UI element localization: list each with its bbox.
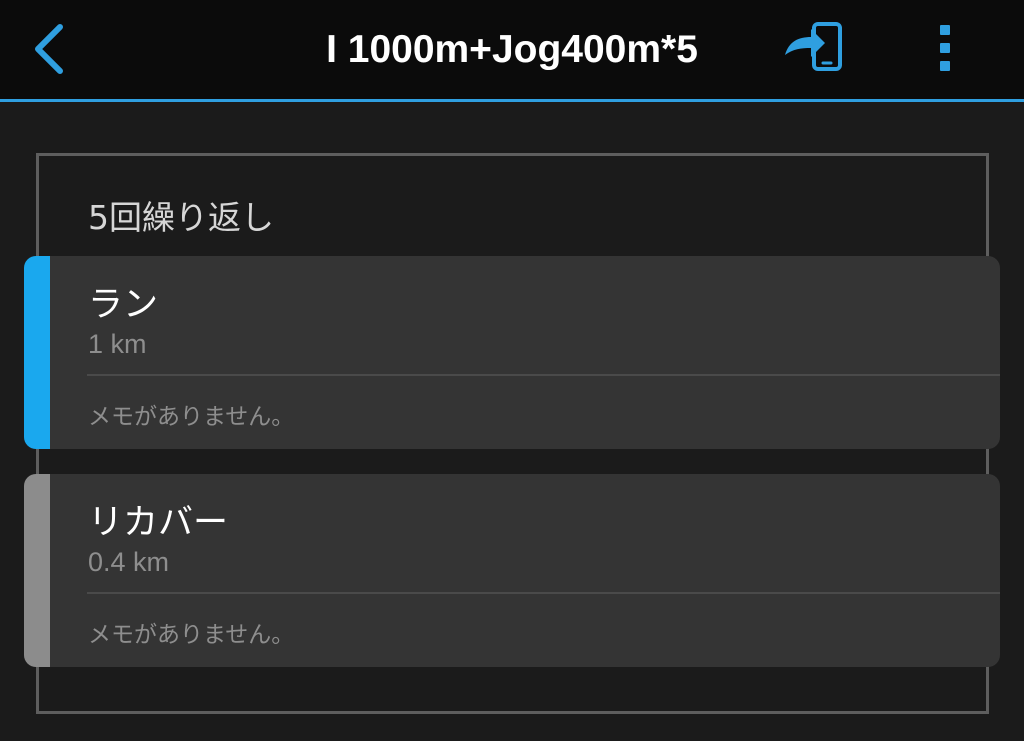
step-card-run[interactable]: ラン 1 km メモがありません。 bbox=[24, 256, 1000, 449]
more-vertical-icon bbox=[937, 22, 953, 78]
page-title: I 1000m+Jog400m*5 bbox=[326, 27, 698, 71]
step-name: リカバー bbox=[88, 503, 229, 543]
send-to-device-icon bbox=[781, 21, 845, 79]
chevron-left-icon bbox=[30, 23, 70, 79]
step-divider bbox=[87, 374, 1000, 376]
step-name: ラン bbox=[88, 285, 159, 325]
more-options-button[interactable] bbox=[920, 20, 970, 80]
back-button[interactable] bbox=[22, 20, 78, 82]
send-to-device-button[interactable] bbox=[778, 20, 848, 80]
header-bar: I 1000m+Jog400m*5 bbox=[0, 0, 1024, 102]
step-divider bbox=[87, 592, 1000, 594]
repeat-count-label: 5回繰り返し bbox=[88, 198, 274, 237]
step-type-indicator bbox=[24, 474, 50, 667]
step-card-recovery[interactable]: リカバー 0.4 km メモがありません。 bbox=[24, 474, 1000, 667]
step-note: メモがありません。 bbox=[88, 622, 295, 648]
step-distance: 0.4 km bbox=[88, 547, 170, 577]
step-distance: 1 km bbox=[88, 329, 147, 359]
workout-detail-screen: I 1000m+Jog400m*5 5回繰り返し ラン 1 km メモがありませ… bbox=[0, 0, 1024, 741]
step-type-indicator bbox=[24, 256, 50, 449]
step-note: メモがありません。 bbox=[88, 404, 295, 430]
